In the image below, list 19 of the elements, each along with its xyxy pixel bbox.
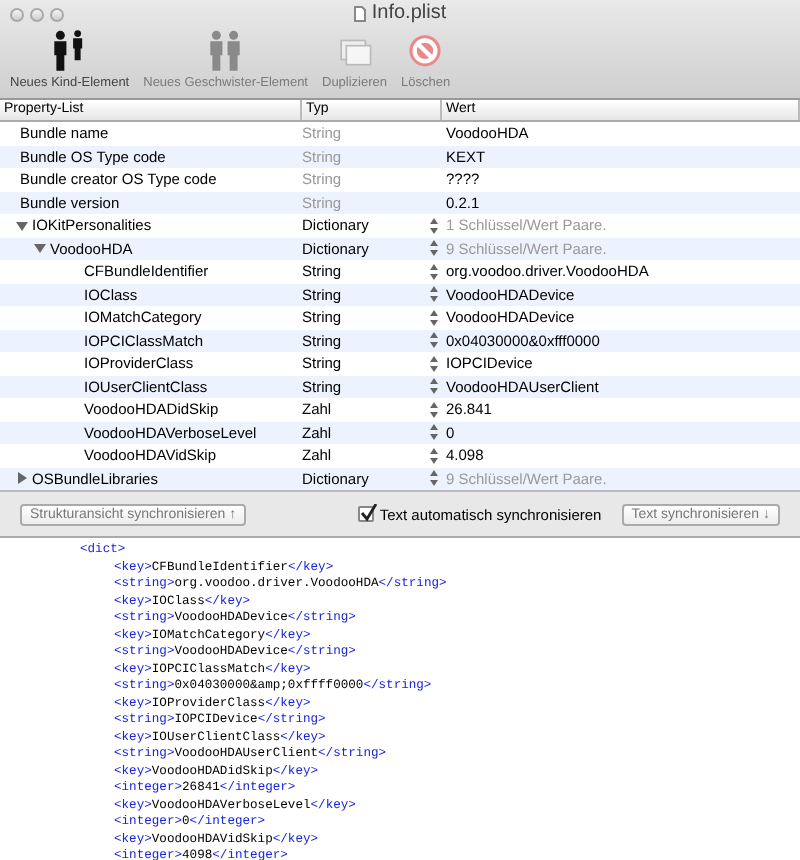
stepper-icon[interactable] <box>430 286 438 303</box>
stepper-icon[interactable] <box>430 447 438 464</box>
stepper-icon[interactable] <box>430 332 438 349</box>
window-title: Info.plist <box>371 2 447 24</box>
stepper-icon[interactable] <box>430 424 438 441</box>
document-icon <box>353 5 366 21</box>
people-icon <box>206 28 245 72</box>
stepper-icon[interactable] <box>430 217 438 234</box>
stepper-icon[interactable] <box>430 355 438 372</box>
disclosure-triangle[interactable] <box>34 242 46 255</box>
stepper-icon[interactable] <box>430 470 438 487</box>
stepper-icon[interactable] <box>430 378 438 395</box>
stepper-icon[interactable] <box>430 263 438 280</box>
stepper-icon[interactable] <box>430 309 438 326</box>
stepper-icon[interactable] <box>430 401 438 418</box>
disclosure-triangle[interactable] <box>16 472 28 485</box>
auto-sync-checkbox[interactable] <box>357 506 374 522</box>
stepper-icon[interactable] <box>430 240 438 257</box>
disclosure-triangle[interactable] <box>16 219 28 232</box>
